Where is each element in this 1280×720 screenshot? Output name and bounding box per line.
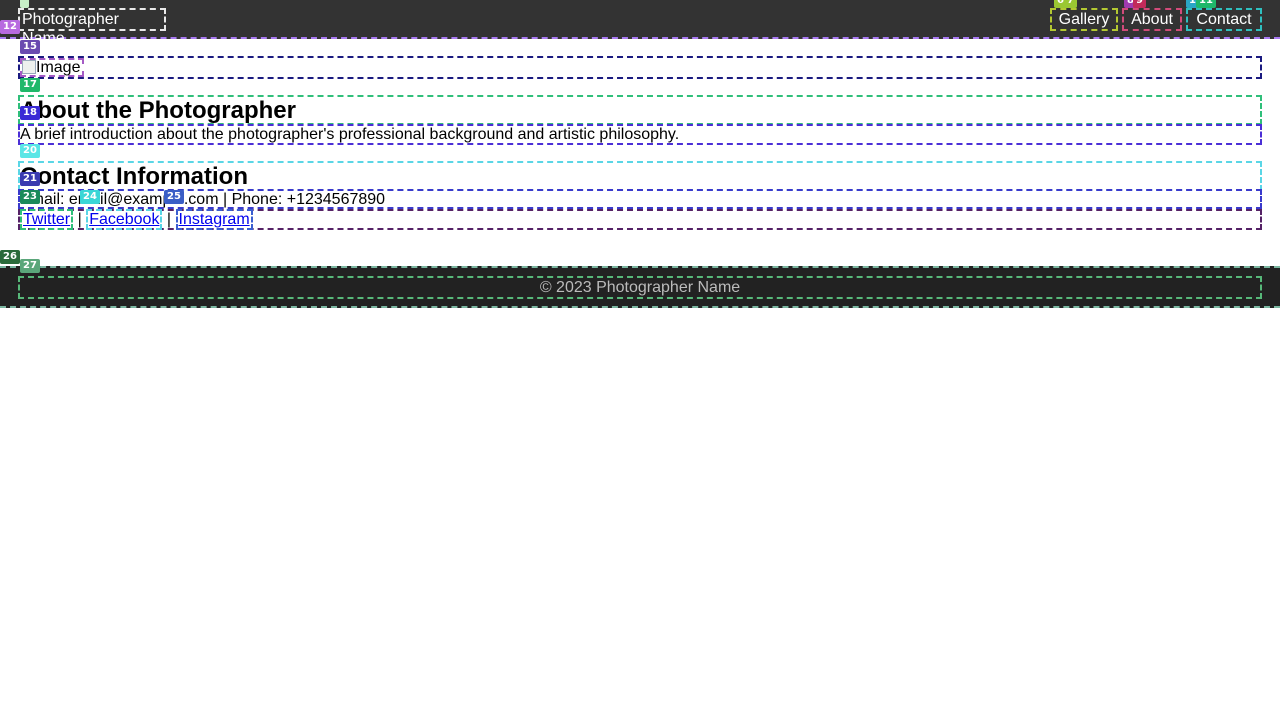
hero-image: Image [20,58,85,77]
badge-20: 20 [20,144,40,158]
badge-12: 12 [0,20,20,34]
about-heading: About the Photographer [18,95,1262,125]
social-separator: | [77,211,82,228]
badge-17: 17 [20,78,40,92]
image-alt-text: Image [36,59,81,76]
badge-9: 9 [1133,0,1146,8]
footer-copyright: © 2023 Photographer Name [18,276,1262,299]
broken-image-icon [22,60,36,74]
badge-7: 7 [1064,0,1077,8]
about-text: A brief introduction about the photograp… [18,124,1262,145]
badge-11: 11 [1196,0,1216,8]
contact-heading: Contact Information [18,161,1262,191]
badge-21: 21 [20,172,40,186]
nav-about-link[interactable]: About [1122,8,1182,31]
instagram-link[interactable]: Instagram [175,209,253,230]
social-links: Twitter | Facebook | Instagram [18,209,1262,230]
site-header: Photographer Name Gallery About Contact [0,0,1280,47]
facebook-link[interactable]: Facebook [86,209,163,230]
badge-18: 18 [20,106,40,120]
badge-25: 25 [164,190,184,204]
social-separator: | [166,211,172,228]
badge-23: 23 [20,190,40,204]
site-footer: © 2023 Photographer Name [0,266,1280,308]
nav-contact-link[interactable]: Contact [1186,8,1262,31]
badge-27: 27 [20,259,40,273]
badge-15: 15 [20,40,40,54]
nav-gallery-link[interactable]: Gallery [1050,8,1118,31]
badge-24: 24 [80,190,100,204]
badge-26: 26 [0,250,20,264]
site-logo[interactable]: Photographer Name [18,8,166,47]
twitter-link[interactable]: Twitter [20,209,74,230]
badge-top [20,0,30,8]
contact-details: Email: email@example.com | Phone: +12345… [18,189,1262,209]
hero-image-container: Image [18,56,1262,79]
